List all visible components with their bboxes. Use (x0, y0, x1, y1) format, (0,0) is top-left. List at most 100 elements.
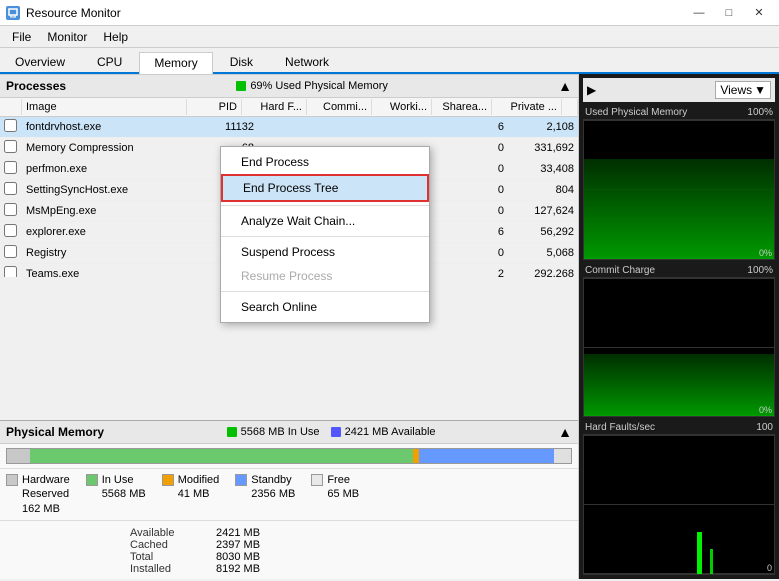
col-private[interactable]: Private ... (492, 99, 562, 115)
inuse-dot-icon (227, 427, 237, 437)
ctx-end-process-tree[interactable]: End Process Tree (221, 174, 429, 202)
chart-zero-used-physical: 0% (759, 248, 772, 258)
context-menu: End Process End Process Tree Analyze Wai… (220, 146, 430, 323)
processes-header: Processes 69% Used Physical Memory ▲ (0, 74, 578, 98)
col-working[interactable]: Worki... (372, 99, 432, 115)
ctx-end-process[interactable]: End Process (221, 150, 429, 174)
chart-title-commit: Commit Charge (585, 265, 655, 276)
ctx-separator-2 (221, 236, 429, 237)
right-panel: ▶ Views ▼ Used Physical Memory 100% 0% (579, 74, 779, 579)
processes-title: Processes (6, 79, 66, 93)
maximize-button[interactable]: □ (715, 4, 743, 22)
tab-disk[interactable]: Disk (215, 50, 268, 72)
standby-segment (419, 449, 554, 463)
row-checkbox[interactable] (4, 119, 17, 132)
memory-bar-container (0, 444, 578, 469)
free-color-icon (311, 474, 323, 486)
app-title: Resource Monitor (26, 6, 121, 20)
tab-bar: Overview CPU Memory Disk Network (0, 48, 779, 74)
col-hardfaults[interactable]: Hard F... (242, 99, 307, 115)
physical-memory-title: Physical Memory (6, 425, 104, 439)
inuse-segment (30, 449, 414, 463)
chart-zero-hardfaults: 0 (767, 563, 772, 573)
minimize-button[interactable]: — (685, 4, 713, 22)
col-pid[interactable]: PID (187, 99, 242, 115)
chart-top-pct-used-physical: 100% (747, 107, 773, 118)
stat-row-available: Available 2421 MB (130, 527, 572, 539)
legend-reserved: HardwareReserved162 MB (6, 473, 70, 516)
chart-commit-charge: Commit Charge 100% 0% (583, 264, 775, 418)
row-checkbox[interactable] (4, 140, 17, 153)
legend-inuse: In Use5568 MB (86, 473, 146, 516)
chart-area-used-physical: 0% (583, 119, 775, 260)
chart-area-commit: 0% (583, 277, 775, 418)
legend-standby: Standby2356 MB (235, 473, 295, 516)
chart-title-hardfaults: Hard Faults/sec (585, 422, 655, 433)
table-row[interactable]: fontdrvhost.exe 11132 6 2,108 (0, 117, 578, 138)
row-checkbox[interactable] (4, 245, 17, 258)
row-checkbox[interactable] (4, 182, 17, 195)
processes-section: Image PID Hard F... Commi... Worki... Sh… (0, 98, 578, 420)
processes-badge: 69% Used Physical Memory (250, 80, 388, 92)
chart-hard-faults: Hard Faults/sec 100 0 (583, 421, 775, 575)
legend-modified: Modified41 MB (162, 473, 220, 516)
reserved-segment (7, 449, 30, 463)
right-panel-arrow[interactable]: ▶ (587, 83, 596, 97)
chart-title-used-physical: Used Physical Memory (585, 107, 687, 118)
chart-zero-commit: 0% (759, 405, 772, 415)
close-button[interactable]: ✕ (745, 4, 773, 22)
row-checkbox[interactable] (4, 203, 17, 216)
row-checkbox[interactable] (4, 224, 17, 237)
ctx-separator-1 (221, 205, 429, 206)
stat-val-cached: 2397 MB (216, 539, 260, 551)
chart-area-hardfaults: 0 (583, 434, 775, 575)
stat-label-available: Available (130, 527, 200, 539)
processes-collapse-button[interactable]: ▲ (558, 78, 572, 94)
left-panel: Processes 69% Used Physical Memory ▲ Ima… (0, 74, 579, 579)
tab-overview[interactable]: Overview (0, 50, 80, 72)
physical-memory-collapse-button[interactable]: ▲ (558, 424, 572, 440)
chart-label-hardfaults: Hard Faults/sec 100 (583, 421, 775, 434)
stat-row-installed: Installed 8192 MB (130, 563, 572, 575)
chart-label-used-physical: Used Physical Memory 100% (583, 106, 775, 119)
row-checkbox[interactable] (4, 161, 17, 174)
stat-label-total: Total (130, 551, 200, 563)
stat-label-installed: Installed (130, 563, 200, 575)
main-layout: Processes 69% Used Physical Memory ▲ Ima… (0, 74, 779, 579)
memory-bar (6, 448, 572, 464)
col-scroll-space (562, 99, 578, 115)
available-dot-icon (331, 427, 341, 437)
menu-file[interactable]: File (4, 28, 39, 46)
views-dropdown[interactable]: Views ▼ (715, 81, 771, 99)
reserved-color-icon (6, 474, 18, 486)
green-dot-icon (236, 81, 246, 91)
ctx-analyze-wait-chain[interactable]: Analyze Wait Chain... (221, 209, 429, 233)
ctx-suspend-process[interactable]: Suspend Process (221, 240, 429, 264)
tab-network[interactable]: Network (270, 50, 344, 72)
chart-used-physical-memory: Used Physical Memory 100% 0% (583, 106, 775, 260)
stat-val-total: 8030 MB (216, 551, 260, 563)
memory-legend: HardwareReserved162 MB In Use5568 MB Mod… (0, 469, 578, 521)
col-commit[interactable]: Commi... (307, 99, 372, 115)
table-header: Image PID Hard F... Commi... Worki... Sh… (0, 98, 578, 117)
inuse-color-icon (86, 474, 98, 486)
views-dropdown-arrow-icon: ▼ (754, 83, 766, 97)
stat-val-available: 2421 MB (216, 527, 260, 539)
physical-memory-header: Physical Memory 5568 MB In Use 2421 MB A… (0, 420, 578, 444)
menu-help[interactable]: Help (95, 28, 136, 46)
modified-color-icon (162, 474, 174, 486)
legend-free: Free65 MB (311, 473, 359, 516)
stat-row-total: Total 8030 MB (130, 551, 572, 563)
standby-color-icon (235, 474, 247, 486)
stat-label-cached: Cached (130, 539, 200, 551)
ctx-search-online[interactable]: Search Online (221, 295, 429, 319)
tab-memory[interactable]: Memory (139, 52, 212, 74)
col-shareable[interactable]: Sharea... (432, 99, 492, 115)
row-checkbox[interactable] (4, 266, 17, 277)
menu-monitor[interactable]: Monitor (39, 28, 95, 46)
chart-top-pct-commit: 100% (747, 265, 773, 276)
views-label: Views (720, 83, 752, 97)
tab-cpu[interactable]: CPU (82, 50, 137, 72)
chart-top-pct-hardfaults: 100 (756, 422, 773, 433)
col-image[interactable]: Image (22, 99, 187, 115)
